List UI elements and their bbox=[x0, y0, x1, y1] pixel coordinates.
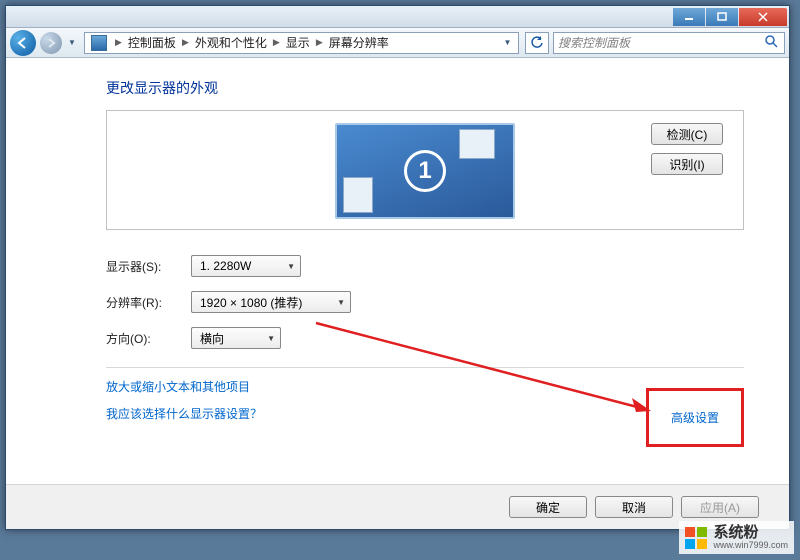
apply-button: 应用(A) bbox=[681, 496, 759, 518]
window: ▼ ▶ 控制面板 ▶ 外观和个性化 ▶ 显示 ▶ 屏幕分辨率 ▼ 搜索控制面板 … bbox=[5, 5, 790, 530]
minimize-button[interactable] bbox=[673, 8, 705, 26]
chevron-right-icon: ▶ bbox=[182, 37, 189, 48]
back-button[interactable] bbox=[10, 30, 36, 56]
page-title: 更改显示器的外观 bbox=[106, 78, 744, 98]
display-label: 显示器(S): bbox=[106, 258, 191, 275]
footer: 确定 取消 应用(A) bbox=[6, 484, 789, 529]
chevron-right-icon: ▶ bbox=[316, 37, 323, 48]
orientation-label: 方向(O): bbox=[106, 330, 191, 347]
breadcrumb-item[interactable]: 显示 bbox=[284, 34, 312, 51]
resolution-combobox[interactable]: 1920 × 1080 (推荐) bbox=[191, 291, 351, 313]
refresh-icon bbox=[530, 36, 544, 50]
divider bbox=[106, 367, 744, 368]
watermark-url: www.win7999.com bbox=[713, 540, 788, 550]
search-placeholder: 搜索控制面板 bbox=[558, 34, 630, 51]
titlebar bbox=[6, 6, 789, 28]
display-combobox[interactable]: 1. 2280W bbox=[191, 255, 301, 277]
advanced-settings-link[interactable]: 高级设置 bbox=[671, 409, 719, 426]
refresh-button[interactable] bbox=[525, 32, 549, 54]
content-area: 更改显示器的外观 1 检测(C) 识别(I) 显示器(S): 1. 2280W … bbox=[6, 58, 789, 484]
close-button[interactable] bbox=[739, 8, 787, 26]
watermark-brand: 系统粉 bbox=[713, 525, 788, 540]
resolution-label: 分辨率(R): bbox=[106, 294, 191, 311]
nav-history-dropdown[interactable]: ▼ bbox=[66, 33, 78, 53]
watermark: 系统粉 www.win7999.com bbox=[679, 521, 794, 554]
chevron-right-icon: ▶ bbox=[115, 37, 122, 48]
preview-window-icon bbox=[343, 177, 373, 213]
breadcrumb-item[interactable]: 屏幕分辨率 bbox=[327, 34, 391, 51]
search-input[interactable]: 搜索控制面板 bbox=[553, 32, 785, 54]
maximize-button[interactable] bbox=[706, 8, 738, 26]
cancel-button[interactable]: 取消 bbox=[595, 496, 673, 518]
detect-button[interactable]: 检测(C) bbox=[651, 123, 723, 145]
forward-button[interactable] bbox=[40, 32, 62, 54]
toolbar: ▼ ▶ 控制面板 ▶ 外观和个性化 ▶ 显示 ▶ 屏幕分辨率 ▼ 搜索控制面板 bbox=[6, 28, 789, 58]
breadcrumb-dropdown[interactable]: ▼ bbox=[498, 33, 516, 53]
chevron-right-icon: ▶ bbox=[273, 37, 280, 48]
control-panel-icon bbox=[91, 35, 107, 51]
search-icon bbox=[764, 34, 778, 51]
watermark-logo-icon bbox=[685, 527, 707, 549]
orientation-combobox[interactable]: 横向 bbox=[191, 327, 281, 349]
display-preview-area: 1 检测(C) 识别(I) bbox=[106, 110, 744, 230]
monitor-number: 1 bbox=[404, 150, 446, 192]
preview-window-icon bbox=[459, 129, 495, 159]
ok-button[interactable]: 确定 bbox=[509, 496, 587, 518]
breadcrumb[interactable]: ▶ 控制面板 ▶ 外观和个性化 ▶ 显示 ▶ 屏幕分辨率 ▼ bbox=[84, 32, 519, 54]
annotation-highlight: 高级设置 bbox=[646, 388, 744, 447]
breadcrumb-item[interactable]: 外观和个性化 bbox=[193, 34, 269, 51]
breadcrumb-item[interactable]: 控制面板 bbox=[126, 34, 178, 51]
monitor-preview[interactable]: 1 bbox=[335, 123, 515, 219]
identify-button[interactable]: 识别(I) bbox=[651, 153, 723, 175]
